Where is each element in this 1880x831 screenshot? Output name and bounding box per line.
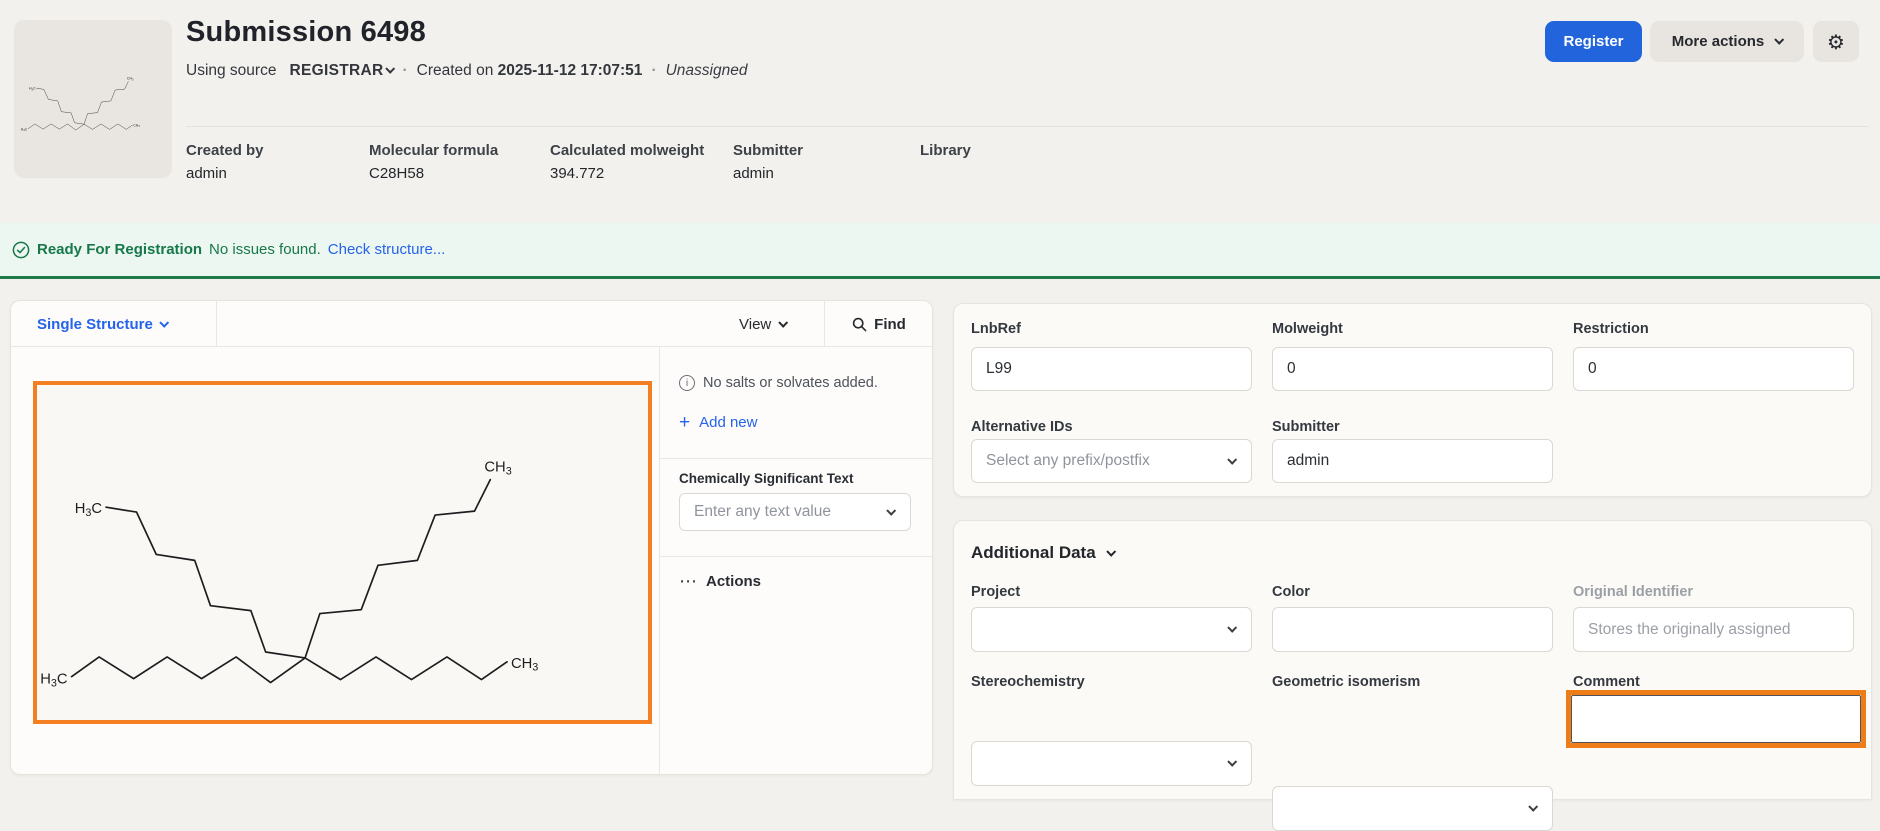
restriction-label: Restriction [1573, 321, 1649, 337]
chevron-down-icon [1227, 454, 1237, 464]
project-select[interactable] [971, 607, 1252, 652]
molecule-drawing [37, 385, 648, 720]
stereochemistry-select[interactable] [971, 741, 1252, 786]
chevron-down-icon [886, 505, 896, 515]
header-divider [186, 126, 1868, 127]
meta-molecular-formula: Molecular formula C28H58 [369, 142, 498, 182]
stereochemistry-label: Stereochemistry [971, 674, 1085, 690]
geometric-isomerism-label: Geometric isomerism [1272, 674, 1420, 690]
color-input[interactable] [1272, 607, 1553, 652]
lnbref-label: LnbRef [971, 321, 1021, 337]
details-card: LnbRef Molweight Restriction Alternative… [953, 303, 1872, 497]
check-circle-icon [12, 241, 30, 259]
comment-highlight-box [1566, 690, 1866, 748]
meta-library: Library [920, 142, 971, 165]
view-dropdown[interactable]: View [739, 301, 786, 347]
geometric-isomerism-select[interactable] [1272, 786, 1553, 831]
salts-note-row: i No salts or solvates added. [679, 375, 878, 391]
comment-input[interactable] [1571, 695, 1861, 743]
submitter-label: Submitter [1272, 419, 1340, 435]
structure-thumbnail[interactable] [14, 20, 172, 178]
salts-note-text: No salts or solvates added. [703, 375, 878, 391]
chevron-down-icon [386, 64, 396, 74]
chevron-down-icon [1227, 757, 1237, 767]
submission-subheader: Using source REGISTRAR · Created on 2025… [186, 62, 747, 80]
assignee-status: Unassigned [666, 62, 748, 80]
page-title: Submission 6498 [186, 16, 426, 49]
lnbref-input[interactable] [971, 347, 1252, 391]
toolbar-divider [216, 301, 217, 347]
original-identifier-input[interactable] [1573, 607, 1854, 652]
chevron-down-icon [1775, 35, 1785, 45]
additional-data-toggle[interactable]: Additional Data [971, 543, 1114, 563]
actions-button[interactable]: ⋯ Actions [679, 571, 761, 592]
separator-dot: · [402, 62, 407, 80]
chevron-down-icon [1528, 802, 1538, 812]
chevron-down-icon [1227, 623, 1237, 633]
check-structure-link[interactable]: Check structure... [328, 241, 446, 258]
alternative-ids-label: Alternative IDs [971, 419, 1073, 435]
structure-mode-dropdown[interactable]: Single Structure [37, 301, 167, 347]
structure-panel: Single Structure View Find i No salts or… [10, 300, 933, 775]
source-dropdown[interactable]: REGISTRAR [289, 62, 393, 80]
cst-select[interactable]: Enter any text value [679, 493, 911, 531]
gear-icon: ⚙ [1827, 30, 1845, 54]
created-on-text: Created on 2025-11-12 17:07:51 [417, 62, 643, 80]
structure-toolbar: Single Structure View Find [11, 301, 932, 347]
structure-thumbnail-image [20, 34, 166, 164]
molweight-input[interactable] [1272, 347, 1553, 391]
meta-created-by: Created by admin [186, 142, 264, 182]
info-icon: i [679, 375, 695, 391]
submitter-input[interactable] [1272, 439, 1553, 483]
chevron-down-icon [779, 317, 789, 327]
cst-label: Chemically Significant Text [679, 471, 854, 486]
register-button[interactable]: Register [1545, 21, 1642, 62]
panel-divider [659, 347, 660, 776]
structure-canvas[interactable] [33, 381, 652, 724]
settings-button[interactable]: ⚙ [1813, 21, 1859, 62]
search-icon [852, 317, 867, 332]
meta-calculated-molweight: Calculated molweight 394.772 [550, 142, 704, 182]
status-title: Ready For Registration [37, 241, 202, 258]
registration-status-bar: Ready For Registration No issues found. … [0, 223, 1880, 279]
restriction-input[interactable] [1573, 347, 1854, 391]
using-source-label: Using source [186, 62, 276, 80]
separator-dot: · [651, 62, 656, 80]
color-label: Color [1272, 584, 1310, 600]
plus-icon: + [679, 413, 690, 432]
more-actions-button[interactable]: More actions [1650, 21, 1804, 62]
status-message: No issues found. [209, 241, 321, 258]
additional-data-card: Additional Data Project Color Original I… [953, 520, 1872, 800]
project-label: Project [971, 584, 1020, 600]
ellipsis-icon: ⋯ [679, 571, 697, 592]
section-divider [660, 458, 934, 459]
chevron-down-icon [1106, 546, 1116, 556]
section-divider [660, 556, 934, 557]
comment-label: Comment [1573, 674, 1640, 690]
original-identifier-label: Original Identifier [1573, 584, 1693, 600]
alternative-ids-placeholder: Select any prefix/postfix [986, 452, 1150, 470]
add-new-button[interactable]: + Add new [679, 413, 757, 432]
meta-submitter: Submitter admin [733, 142, 803, 182]
cst-placeholder: Enter any text value [694, 503, 831, 521]
chevron-down-icon [159, 317, 169, 327]
alternative-ids-select[interactable]: Select any prefix/postfix [971, 439, 1252, 483]
molweight-label: Molweight [1272, 321, 1343, 337]
created-on-value: 2025-11-12 17:07:51 [498, 62, 643, 79]
find-button[interactable]: Find [824, 301, 934, 347]
